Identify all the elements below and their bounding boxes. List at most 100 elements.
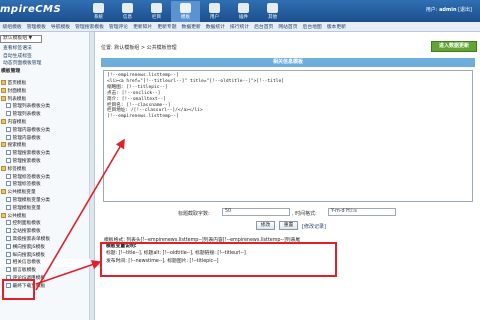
tree-item[interactable]: 管理列表模板分类 (0, 103, 90, 111)
menu-item[interactable]: 导航模板 (48, 23, 72, 30)
menu-item[interactable]: 数据统计 (203, 23, 227, 30)
tree-item[interactable]: 管理模板变量 (0, 204, 90, 213)
tree-item[interactable]: 列表模板 (0, 95, 90, 104)
file-icon (6, 228, 11, 234)
top-nav-6[interactable]: 其他 (258, 1, 287, 22)
tree-item[interactable]: 管理搜索模板 (0, 157, 90, 166)
tree-item-label: 标签模板 (7, 166, 27, 172)
menu-item[interactable]: 后台地图 (300, 23, 324, 30)
top-nav-3[interactable]: 模板 (171, 1, 200, 22)
top-nav-label: 信息 (123, 15, 132, 20)
splitter[interactable] (90, 32, 95, 320)
menu-item[interactable]: 版本更新 (324, 23, 348, 30)
top-nav-label: 插件 (239, 15, 248, 20)
sidebar-link-syntax[interactable]: 查看标签语法 (0, 45, 89, 53)
tree-item-label: 管理内容模板 (12, 135, 41, 141)
app-logo: mpireCMS (0, 4, 62, 15)
tree-item[interactable]: 首页模板 (0, 80, 90, 88)
tree-item[interactable]: 管理搜索模板分类 (0, 150, 90, 158)
top-nav-2[interactable]: 栏目 (142, 1, 171, 22)
template-icon (180, 3, 191, 13)
folder-icon (1, 142, 6, 148)
tree-item[interactable]: 管理标签模板分类 (0, 173, 90, 182)
sidebar-link-generate[interactable]: 自动生成标签 (0, 53, 89, 61)
tree-item-label: 相关信息模板 (12, 260, 41, 266)
tree-item[interactable]: 留言板模板 (0, 267, 90, 275)
tree-item[interactable]: 搜索模板 (0, 142, 90, 150)
template-textarea[interactable]: [!--empirenews.listtemp--] <li><a href="… (103, 70, 473, 202)
folder-icon (1, 165, 6, 171)
tree-item[interactable]: 纵向搜索JS模板 (0, 251, 90, 260)
history-link[interactable]: [修改记录] (302, 223, 326, 230)
template-group-select[interactable]: 默认模板组 ▼ (0, 35, 42, 43)
tree-item[interactable]: 控制面板模板 (0, 220, 90, 228)
plugin-icon (238, 3, 249, 13)
menu-item[interactable]: 更新专题 (155, 23, 179, 30)
tree-item[interactable]: 管理模板变量分类 (0, 196, 90, 205)
top-nav-label: 其他 (268, 15, 277, 20)
tree-item-label: 控制面板模板 (12, 221, 41, 227)
tree-item-label: 留言板模板 (12, 268, 36, 274)
annotation-box-tree-item (2, 279, 35, 300)
menu-item[interactable]: 管理评论 (106, 23, 130, 30)
tree-item-label: 管理列表模板分类 (12, 104, 51, 110)
tree-item-label: 管理搜索模板分类 (12, 151, 51, 157)
tree-title: 模板管理 (1, 68, 21, 74)
tree-item-label: 公共模板变量 (7, 190, 36, 196)
menu-item[interactable]: 级组模板 (0, 23, 24, 30)
menu-item[interactable]: 管理搜索模板 (73, 23, 107, 30)
top-nav-0[interactable]: 系统 (84, 1, 113, 22)
logout-link[interactable]: [退出] (458, 7, 472, 13)
other-icon (267, 3, 278, 13)
tree-item-label: 封面模板 (7, 88, 27, 94)
tree-item[interactable]: 管理列表模板 (0, 111, 90, 119)
tree-item[interactable]: 相关信息模板 (0, 259, 90, 268)
tree-item[interactable]: 管理内容模板分类 (0, 126, 90, 135)
submit-button[interactable]: 修改 (256, 221, 275, 230)
tree-item[interactable]: 封面模板 (0, 87, 90, 96)
top-nav-5[interactable]: 插件 (229, 1, 258, 22)
panel-title: 相关信息模板 (101, 58, 475, 67)
tree-item-label: 管理模板变量 (12, 205, 41, 211)
folder-icon (151, 3, 162, 13)
file-icon (6, 103, 11, 109)
file-icon (6, 267, 11, 273)
menu-item[interactable]: 数据更新 (179, 23, 203, 30)
file-icon (6, 243, 11, 249)
data-update-button[interactable]: 进入数据更新 (431, 41, 477, 52)
file-icon (6, 173, 11, 179)
tree-item[interactable]: 公共模板变量 (0, 189, 90, 197)
tree-item[interactable]: 公共模板 (0, 212, 90, 221)
tree-item-label: 管理标签模板 (12, 182, 41, 188)
top-nav-4[interactable]: 用户 (200, 1, 229, 22)
tree-item[interactable]: 横向搜索JS模板 (0, 243, 90, 252)
tree-item[interactable]: 管理标签模板 (0, 181, 90, 189)
file-icon (6, 196, 11, 202)
menu-bar: 级组模板 管理模板 导航模板 管理搜索模板 管理评论 更新碎片 更新专题 数据更新 数据统计 排行… (0, 22, 480, 32)
tree-item-label: 公共模板 (7, 213, 27, 219)
top-nav-1[interactable]: 信息 (113, 1, 142, 22)
tree-item[interactable]: 高级搜索表单模板 (0, 235, 90, 244)
menu-item[interactable]: 排行统计 (227, 23, 251, 30)
user-label: 用户: (425, 7, 438, 13)
tree-item[interactable]: 内容模板 (0, 118, 90, 127)
file-icon (6, 251, 11, 257)
file-icon (6, 181, 11, 187)
file-icon (6, 150, 11, 156)
reset-button[interactable]: 重置 (279, 221, 298, 230)
time-format-input[interactable]: Y-m-d H:i:s (328, 208, 396, 216)
tree-item[interactable]: 全站搜索模板 (0, 228, 90, 236)
tree-item[interactable]: 管理内容模板 (0, 134, 90, 143)
tree-item-label: 管理模板变量分类 (12, 197, 51, 203)
menu-item[interactable]: 后台首页 (252, 23, 276, 30)
tree-item[interactable]: 标签模板 (0, 165, 90, 174)
top-header: mpireCMS 系统 信息 栏目 模板 用户 插件 其他 用户: admin [退出] (0, 0, 480, 22)
menu-item[interactable]: 管理模板 (24, 23, 48, 30)
menu-item[interactable]: 更新碎片 (131, 23, 155, 30)
sidebar-link-dynamic[interactable]: 动态页面模板管理 (0, 60, 89, 68)
title-length-input[interactable]: 50 (222, 208, 290, 216)
tree-item-label: 管理搜索模板 (12, 158, 41, 164)
tree-item-label: 搜索模板 (7, 143, 27, 149)
tree-item-label: 列表模板 (7, 96, 27, 102)
menu-item[interactable]: 网站首页 (276, 23, 300, 30)
